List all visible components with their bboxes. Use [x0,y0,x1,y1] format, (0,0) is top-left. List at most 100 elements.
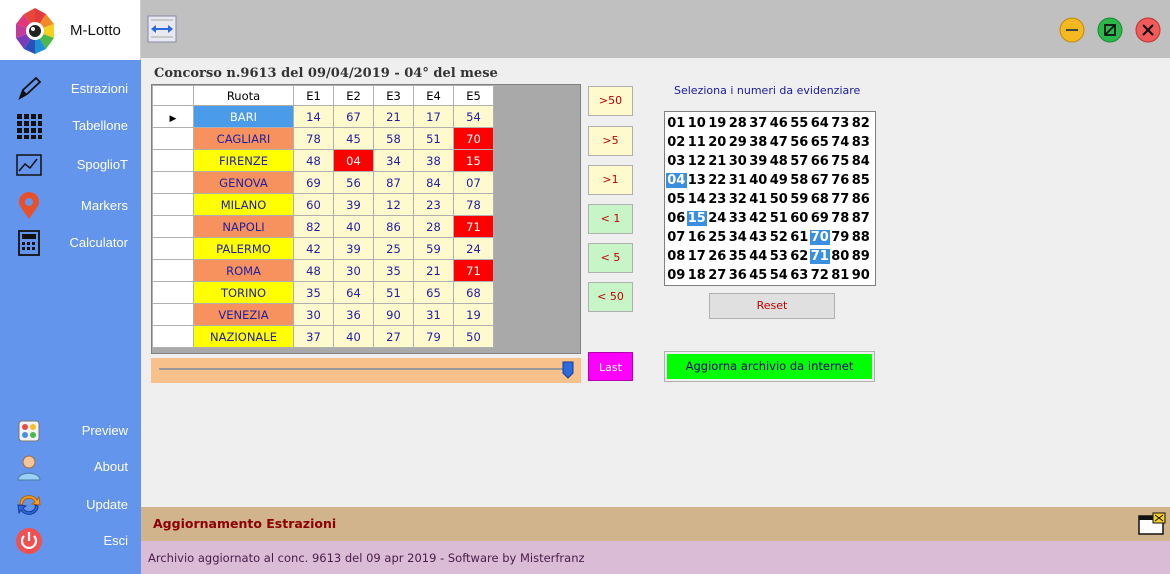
number-option[interactable]: 01 [666,116,687,131]
number-option[interactable]: 24 [707,211,728,226]
number-option[interactable]: 78 [830,211,851,226]
row-selector[interactable]: ▶ [152,105,194,128]
sidebar-item-update[interactable]: Update [0,488,141,522]
minimize-button[interactable] [1059,17,1085,43]
number-option[interactable]: 72 [810,268,831,283]
column-header[interactable]: E1 [293,85,334,106]
column-header[interactable]: E2 [333,85,374,106]
number-option[interactable]: 82 [851,116,872,131]
table-row[interactable]: CAGLIARI 78 45 58 51 70 [152,127,494,150]
number-option[interactable]: 83 [851,135,872,150]
reset-button[interactable]: Reset [709,293,835,319]
number-option[interactable]: 37 [748,116,769,131]
number-option[interactable]: 62 [789,249,810,264]
number-option[interactable]: 67 [810,173,831,188]
number-cell[interactable]: 30 [293,303,334,326]
row-selector[interactable] [152,325,194,348]
number-option[interactable]: 80 [830,249,851,264]
sidebar-item-tabellone[interactable]: Tabellone [0,109,141,143]
number-cell[interactable]: 07 [453,171,494,194]
number-cell[interactable]: 25 [373,237,414,260]
ruota-cell[interactable]: TORINO [193,281,294,304]
sidebar-item-about[interactable]: About [0,450,141,484]
number-option[interactable]: 58 [789,173,810,188]
filter-lt5-button[interactable]: < 5 [588,243,633,273]
ruota-cell[interactable]: NAPOLI [193,215,294,238]
number-cell[interactable]: 48 [293,149,334,172]
number-cell[interactable]: 70 [453,127,494,150]
last-button[interactable]: Last [588,352,633,381]
number-cell[interactable]: 50 [453,325,494,348]
number-option[interactable]: 50 [769,192,790,207]
number-option[interactable]: 71 [809,249,830,264]
ruota-cell[interactable]: FIRENZE [193,149,294,172]
number-option[interactable]: 40 [748,173,769,188]
sidebar-item-preview[interactable]: Preview [0,414,141,448]
number-cell[interactable]: 60 [293,193,334,216]
number-option[interactable]: 17 [687,249,708,264]
number-option[interactable]: 61 [789,230,810,245]
number-option[interactable]: 38 [748,135,769,150]
number-cell[interactable]: 24 [453,237,494,260]
number-option[interactable]: 10 [687,116,708,131]
table-row[interactable]: GENOVA 69 56 87 84 07 [152,171,494,194]
number-option[interactable]: 81 [830,268,851,283]
filter-lt1-button[interactable]: < 1 [588,204,633,234]
number-option[interactable]: 84 [851,154,872,169]
number-option[interactable]: 28 [728,116,749,131]
number-selector[interactable]: 01 10 19 28 37 46 55 64 73 82 02 11 20 29 38 47 56 65 74 83… [664,111,876,286]
number-option[interactable]: 74 [830,135,851,150]
number-option[interactable]: 68 [810,192,831,207]
row-selector[interactable] [152,237,194,260]
number-cell[interactable]: 67 [333,105,374,128]
number-option[interactable]: 56 [789,135,810,150]
number-cell[interactable]: 35 [293,281,334,304]
number-option[interactable]: 70 [809,230,830,245]
filter-gt5-button[interactable]: >5 [588,126,633,156]
number-option[interactable]: 14 [687,192,708,207]
number-option[interactable]: 11 [687,135,708,150]
number-option[interactable]: 88 [851,230,872,245]
number-option[interactable]: 12 [687,154,708,169]
table-row[interactable]: ROMA 48 30 35 21 71 [152,259,494,282]
row-selector[interactable] [152,193,194,216]
number-option[interactable]: 65 [810,135,831,150]
concorso-slider[interactable] [151,358,581,383]
row-selector[interactable] [152,215,194,238]
number-cell[interactable]: 37 [293,325,334,348]
ruota-cell[interactable]: ROMA [193,259,294,282]
number-cell[interactable]: 19 [453,303,494,326]
number-cell[interactable]: 82 [293,215,334,238]
column-header[interactable]: E3 [373,85,414,106]
number-option[interactable]: 31 [728,173,749,188]
number-option[interactable]: 57 [789,154,810,169]
row-selector[interactable] [152,259,194,282]
row-selector[interactable] [152,149,194,172]
number-option[interactable]: 21 [707,154,728,169]
sidebar-item-calculator[interactable]: Calculator [0,226,141,260]
sidebar-item-estrazioni[interactable]: Estrazioni [0,72,141,106]
number-cell[interactable]: 21 [413,259,454,282]
number-option[interactable]: 59 [789,192,810,207]
number-option[interactable]: 87 [851,211,872,226]
number-option[interactable]: 08 [666,249,687,264]
number-option[interactable]: 55 [789,116,810,131]
number-cell[interactable]: 79 [413,325,454,348]
number-option[interactable]: 20 [707,135,728,150]
ruota-cell[interactable]: PALERMO [193,237,294,260]
number-cell[interactable]: 59 [413,237,454,260]
close-button[interactable] [1135,17,1161,43]
column-header[interactable]: E5 [453,85,494,106]
number-option[interactable]: 85 [851,173,872,188]
ruota-cell[interactable]: CAGLIARI [193,127,294,150]
number-option[interactable]: 89 [851,249,872,264]
number-cell[interactable]: 21 [373,105,414,128]
number-cell[interactable]: 35 [373,259,414,282]
row-selector[interactable] [152,281,194,304]
table-row[interactable]: FIRENZE 48 04 34 38 15 [152,149,494,172]
number-cell[interactable]: 68 [453,281,494,304]
number-option[interactable]: 46 [769,116,790,131]
number-cell[interactable]: 51 [413,127,454,150]
number-option[interactable]: 33 [728,211,749,226]
number-cell[interactable]: 39 [333,237,374,260]
